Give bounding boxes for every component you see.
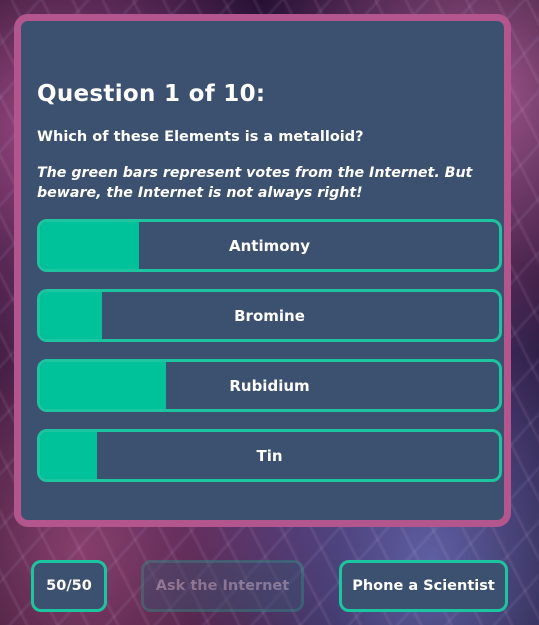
answer-button-bromine[interactable]: Bromine xyxy=(37,289,502,342)
question-panel: Question 1 of 10: Which of these Element… xyxy=(14,14,511,527)
fifty-fifty-button[interactable]: 50/50 xyxy=(31,560,107,612)
answer-label: Rubidium xyxy=(229,376,310,395)
phone-a-scientist-button[interactable]: Phone a Scientist xyxy=(339,560,508,612)
answer-button-rubidium[interactable]: Rubidium xyxy=(37,359,502,412)
answer-button-tin[interactable]: Tin xyxy=(37,429,502,482)
internet-votes-hint: The green bars represent votes from the … xyxy=(37,165,473,201)
question-text: Which of these Elements is a metalloid? xyxy=(37,129,364,145)
question-heading: Question 1 of 10: xyxy=(37,81,266,107)
answer-label: Antimony xyxy=(229,236,310,255)
answer-label: Bromine xyxy=(234,306,305,325)
ask-the-internet-button: Ask the Internet xyxy=(141,560,304,612)
answer-list: Antimony Bromine Rubidium Tin xyxy=(37,219,502,482)
answer-button-antimony[interactable]: Antimony xyxy=(37,219,502,272)
answer-label: Tin xyxy=(256,446,283,465)
